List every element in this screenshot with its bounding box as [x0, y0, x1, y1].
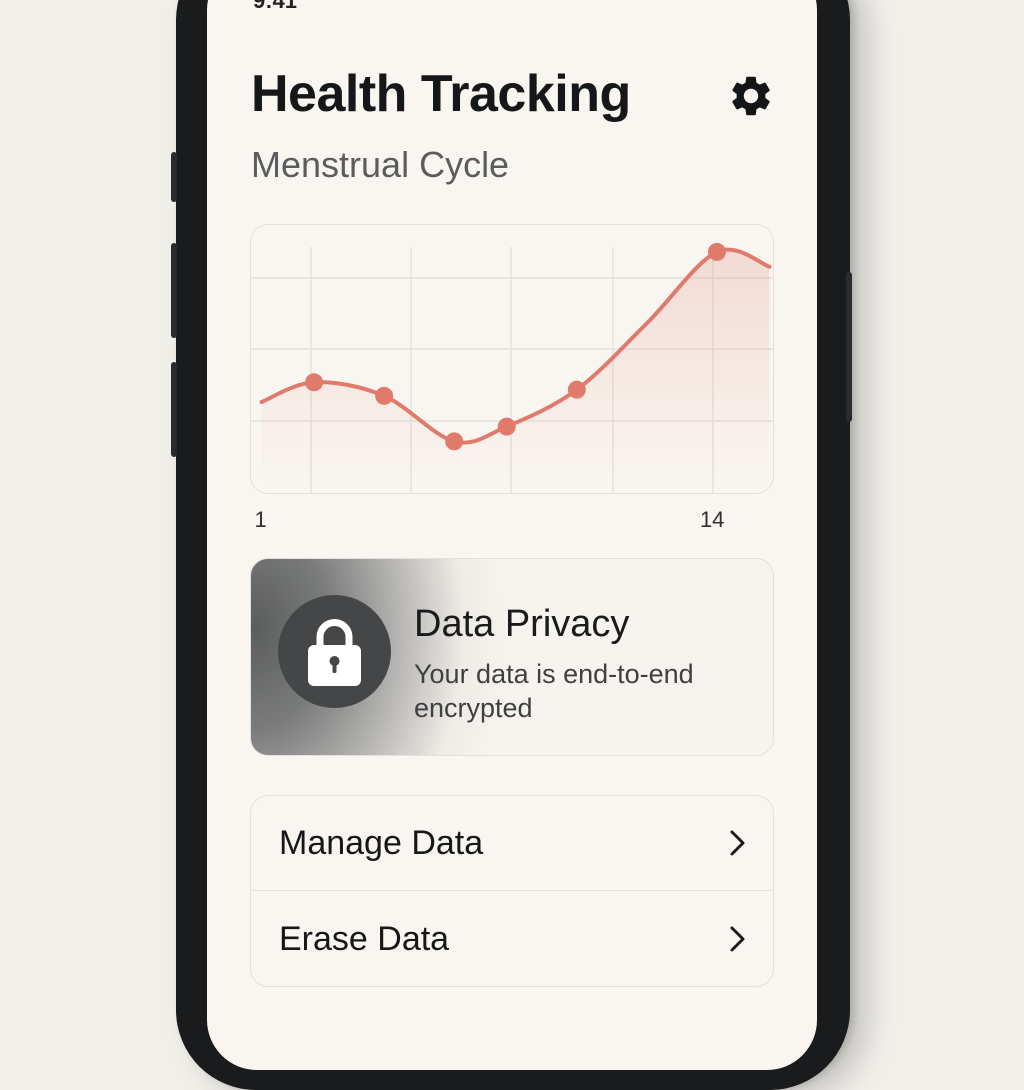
- status-time: 9:41: [253, 0, 298, 13]
- mute-switch: [171, 152, 177, 202]
- cycle-chart-card: [250, 224, 774, 494]
- chart-data-point: [707, 242, 726, 261]
- data-privacy-card: Data Privacy Your data is end-to-end enc…: [250, 558, 774, 756]
- chevron-right-icon: [730, 830, 745, 856]
- chart-data-point: [445, 432, 464, 451]
- lock-icon: [308, 619, 361, 686]
- x-tick-label: 14: [699, 507, 725, 532]
- volume-down-button: [171, 362, 177, 457]
- erase-data-button[interactable]: Erase Data: [251, 892, 773, 986]
- data-actions-list: Manage Data Erase Data: [250, 795, 774, 987]
- chevron-right-icon: [730, 926, 745, 952]
- settings-button[interactable]: [727, 72, 775, 120]
- status-icons: [647, 0, 757, 4]
- x-tick-label: 1: [254, 507, 267, 532]
- privacy-description: Your data is end-to-end encrypted: [414, 659, 694, 723]
- page-title: Health Tracking: [251, 65, 631, 123]
- erase-data-label: Erase Data: [279, 920, 450, 958]
- privacy-title: Data Privacy: [414, 603, 630, 645]
- cycle-chart: [251, 242, 773, 493]
- lock-badge: [278, 595, 391, 708]
- manage-data-button[interactable]: Manage Data: [251, 796, 773, 891]
- power-button: [846, 272, 852, 422]
- phone-screen: 9:41 Health Tracking Menstrual Cycle 1 1…: [207, 0, 817, 1070]
- manage-data-label: Manage Data: [279, 824, 484, 862]
- chart-data-point: [497, 417, 516, 436]
- chart-area-fill: [261, 249, 770, 493]
- gear-icon: [732, 76, 770, 116]
- chart-data-point: [305, 373, 324, 392]
- chart-data-point: [375, 386, 394, 405]
- volume-up-button: [171, 243, 177, 338]
- page-subtitle: Menstrual Cycle: [251, 144, 510, 185]
- chart-data-point: [567, 380, 586, 399]
